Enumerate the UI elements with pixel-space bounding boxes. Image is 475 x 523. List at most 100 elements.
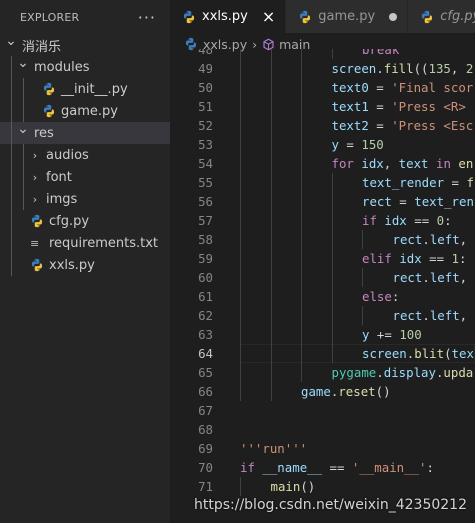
code-token: =	[368, 80, 392, 95]
tab-game-py[interactable]: game.py	[286, 0, 409, 33]
indent-guide	[301, 97, 302, 116]
indent-guide	[240, 268, 241, 287]
indent-guide	[331, 325, 333, 344]
tab-label: xxls.py	[202, 9, 248, 24]
indent-guide	[301, 78, 302, 97]
code-line[interactable]: 50 text0 = 'Final scor	[170, 78, 475, 97]
code-token: f	[466, 175, 474, 190]
code-line[interactable]: 48 break	[170, 49, 475, 59]
code-line[interactable]: 53 y = 150	[170, 135, 475, 154]
indent-guide	[270, 344, 272, 363]
code-token: in	[435, 156, 451, 171]
indent-guide	[270, 59, 272, 78]
code-line[interactable]: 59 elif idx == 1:	[170, 249, 475, 268]
line-number: 67	[198, 403, 213, 418]
tree-item-modules[interactable]: ⌄ modules	[0, 55, 170, 78]
code-line[interactable]: 68	[170, 420, 475, 439]
code-token: rect	[392, 232, 423, 247]
code-token: ()	[300, 479, 316, 494]
code-line[interactable]: 70 if __name__ == '__main__':	[170, 458, 475, 477]
code-token: pygame	[331, 365, 377, 380]
indent-guide	[240, 49, 241, 59]
code-line[interactable]: 61 else:	[170, 287, 475, 306]
code-line[interactable]: 63 y += 100	[170, 325, 475, 344]
tree-item-xxls-py[interactable]: xxls.py	[0, 254, 170, 276]
code-line[interactable]: 62 rect.left,	[170, 306, 475, 325]
code-line[interactable]: 57 if idx == 0:	[170, 211, 475, 230]
indent-guide	[11, 254, 12, 276]
code-line[interactable]: 69 '''run'''	[170, 439, 475, 458]
code-token: idx	[361, 156, 384, 171]
indent-guide	[301, 287, 302, 306]
indent-guide	[301, 59, 302, 78]
code-token: elif	[362, 251, 392, 266]
line-number: 56	[198, 194, 213, 209]
code-token: text1	[331, 99, 369, 114]
code-text: rect = text_ren	[362, 192, 474, 211]
tree-item-res[interactable]: ⌄ res	[0, 121, 170, 144]
code-line[interactable]: 54 for idx, text in en	[170, 154, 475, 173]
code-token: left	[429, 270, 460, 285]
indent-guide	[270, 135, 272, 154]
more-actions-icon[interactable]: ···	[138, 8, 156, 27]
line-number: 64	[198, 346, 213, 361]
indent-guide	[331, 268, 333, 287]
code-line[interactable]: 58 rect.left,	[170, 230, 475, 249]
code-token: if	[362, 213, 377, 228]
code-line[interactable]: 64 screen.blit(tex	[170, 344, 475, 363]
indent-guide	[11, 122, 12, 144]
indent-guide	[270, 116, 272, 135]
code-line[interactable]: 66 game.reset()	[170, 382, 475, 401]
line-number: 63	[198, 327, 213, 342]
code-line[interactable]: 55 text_render = f	[170, 173, 475, 192]
tree-item-imgs[interactable]: › imgs	[0, 188, 170, 210]
tree-item-font[interactable]: › font	[0, 166, 170, 188]
indent-guide	[331, 49, 333, 59]
tree-item-[interactable]: ⌄ 消消乐	[0, 33, 170, 56]
line-number: 70	[198, 460, 213, 475]
tab-xxls-py[interactable]: xxls.py ×	[170, 0, 287, 33]
line-number: 58	[198, 232, 213, 247]
tree-item-cfg-py[interactable]: cfg.py	[0, 210, 170, 232]
code-token: ==	[322, 460, 352, 475]
tree-item-init-py[interactable]: __init__.py	[0, 78, 170, 100]
code-line[interactable]: 51 text1 = 'Press <R>	[170, 97, 475, 116]
tree-item-game-py[interactable]: game.py	[0, 100, 170, 122]
code-line[interactable]: 67	[170, 401, 475, 420]
tree-item-audios[interactable]: › audios	[0, 144, 170, 166]
indent-guide	[11, 78, 12, 100]
code-token: '__main__'	[351, 460, 427, 475]
code-token: reset	[338, 384, 376, 399]
indent-guide	[23, 188, 24, 210]
code-token: .	[422, 232, 430, 247]
code-view[interactable]: 48 break 49 screen.fill((135, 2 50 text0 = 'F…	[170, 49, 475, 523]
code-token: 'Final scor	[391, 80, 474, 95]
line-number: 60	[198, 270, 213, 285]
indent-guide	[240, 363, 241, 382]
code-line[interactable]: 65 pygame.display.upda	[170, 363, 475, 382]
indent-guide	[11, 166, 12, 188]
tab-cfg-py[interactable]: cfg.py	[408, 0, 475, 33]
code-token: =	[338, 137, 362, 152]
code-line[interactable]: 56 rect = text_ren	[170, 192, 475, 211]
indent-guide	[362, 306, 363, 325]
line-number: 61	[198, 289, 213, 304]
code-line[interactable]: 52 text2 = 'Press <Esc	[170, 116, 475, 135]
code-line[interactable]: 49 screen.fill((135, 2	[170, 59, 475, 78]
code-line[interactable]: 60 rect.left,	[170, 268, 475, 287]
line-number: 54	[198, 156, 213, 171]
indent-guide	[240, 154, 241, 173]
indent-guide	[23, 100, 24, 122]
code-token: (	[444, 346, 452, 361]
code-token: 1	[451, 251, 460, 266]
tree-item-requirements-txt[interactable]: ≡ requirements.txt	[0, 232, 170, 254]
chevron-down-icon: ⌄	[17, 55, 29, 71]
explorer-header: EXPLORER ···	[0, 0, 170, 34]
line-number: 50	[198, 80, 213, 95]
code-line[interactable]: 71 main()	[170, 477, 475, 496]
unsaved-dot-icon[interactable]	[389, 12, 398, 21]
close-icon[interactable]: ×	[262, 7, 275, 26]
indent-guide	[240, 287, 241, 306]
tree-item-label: 消消乐	[22, 39, 62, 55]
indent-guide	[301, 211, 302, 230]
